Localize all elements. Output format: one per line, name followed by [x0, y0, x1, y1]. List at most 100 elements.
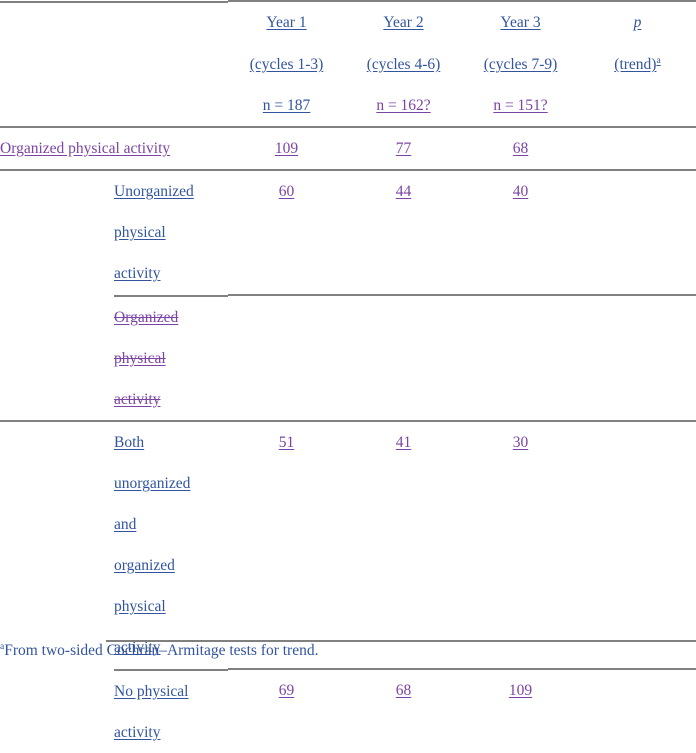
table-header-row-cycles: (cycles 1-3) (cycles 4-6) (cycles 7-9) (…	[0, 44, 696, 85]
row-label-line: organized	[114, 557, 175, 574]
row-label-line: activity	[114, 265, 161, 282]
row-continuation-spacer	[345, 712, 462, 753]
row-value-year2: 68	[345, 668, 462, 712]
row-label-line: Both	[114, 434, 145, 451]
row-label-unorganized-physical-activity: Unorganized	[0, 169, 228, 212]
header-year1-title-text: Year 1	[266, 14, 307, 31]
row-continuation-spacer	[345, 586, 462, 627]
row-continuation-spacer	[462, 338, 579, 379]
header-year1-n-text: n = 187	[262, 97, 311, 114]
row-label-line: unorganized	[114, 475, 191, 492]
row-continuation-spacer	[462, 253, 579, 295]
row-value-year1: 109	[228, 126, 345, 170]
table-row: Both 51 41 30	[0, 420, 696, 463]
row-value-year1: 51	[228, 420, 345, 463]
row-value-ptrend	[579, 169, 696, 212]
header-year1-title: Year 1	[228, 0, 345, 44]
row-value-text: 41	[395, 434, 412, 451]
row-value-ptrend	[579, 294, 696, 338]
table-row-continuation: physical	[0, 212, 696, 253]
row-continuation-spacer	[579, 379, 696, 421]
header-year3-title-text: Year 3	[500, 14, 541, 31]
row-label-organized-physical-activity-struck: Organized	[0, 295, 228, 338]
row-continuation-spacer	[345, 212, 462, 253]
row-value-year3: 109	[462, 668, 579, 712]
header-year3-n: n = 151?	[462, 85, 579, 127]
row-value-text: 69	[278, 682, 295, 699]
row-continuation-spacer	[228, 212, 345, 253]
table-row: No physical 69 68 109	[0, 668, 696, 712]
row-label-line: No physical	[114, 683, 189, 700]
header-year3-cycles: (cycles 7-9)	[462, 44, 579, 85]
row-continuation-spacer	[228, 253, 345, 295]
table-row-continuation: physical	[0, 338, 696, 379]
row-label-no-physical-activity: No physical	[0, 669, 228, 712]
row-value-year2: 77	[345, 126, 462, 170]
row-value-ptrend	[579, 668, 696, 712]
row-continuation-spacer	[345, 545, 462, 586]
row-label-organized-physical-activity: Organized physical activity	[0, 126, 228, 170]
row-label-both-unorganized-and-organized: Both	[0, 420, 228, 463]
row-value-text: 51	[278, 434, 295, 451]
header-ptrend-title: p	[579, 0, 696, 44]
header-year2-n-text: n = 162?	[376, 97, 431, 114]
row-value-year3	[462, 294, 579, 338]
table-row-continuation: activity	[0, 712, 696, 753]
table-row-continuation: unorganized	[0, 463, 696, 504]
header-ptrend-sub-text: (trend)	[614, 56, 657, 73]
row-continuation-spacer	[462, 463, 579, 504]
row-label-continuation: physical	[0, 338, 228, 379]
row-continuation-spacer	[228, 463, 345, 504]
header-ptrend-sub: (trend)a	[579, 44, 696, 85]
row-value-ptrend	[579, 420, 696, 463]
footnote-text: From two-sided Cochran–Armitage tests fo…	[4, 642, 319, 659]
table-header-row-titles: Year 1 Year 2 Year 3 p	[0, 0, 696, 44]
header-year1-cycles: (cycles 1-3)	[228, 44, 345, 85]
row-label-line: activity	[114, 391, 161, 408]
header-year2-title: Year 2	[345, 0, 462, 44]
header-year2-cycles: (cycles 4-6)	[345, 44, 462, 85]
header-year1-cycles-text: (cycles 1-3)	[249, 56, 324, 73]
row-label-line: physical	[114, 224, 166, 241]
row-value-text: 44	[395, 183, 412, 200]
row-continuation-spacer	[462, 545, 579, 586]
row-value-year1	[228, 294, 345, 338]
row-label-line: physical	[114, 350, 166, 367]
row-continuation-spacer	[462, 379, 579, 421]
row-value-text: 60	[278, 183, 295, 200]
row-label-continuation: physical	[0, 212, 228, 253]
document-page: Year 1 Year 2 Year 3 p (cycles 1-3) (cyc…	[0, 0, 696, 741]
row-continuation-spacer	[579, 338, 696, 379]
header-year3-cycles-text: (cycles 7-9)	[483, 56, 558, 73]
row-continuation-spacer	[579, 712, 696, 753]
row-continuation-spacer	[579, 253, 696, 295]
row-continuation-spacer	[228, 504, 345, 545]
row-value-year3: 30	[462, 420, 579, 463]
row-continuation-spacer	[228, 338, 345, 379]
row-continuation-spacer	[579, 463, 696, 504]
row-continuation-spacer	[579, 545, 696, 586]
table-footnote: aFrom two-sided Cochran–Armitage tests f…	[0, 641, 696, 661]
row-value-year3: 40	[462, 169, 579, 212]
row-value-year2: 41	[345, 420, 462, 463]
table-row-continuation: physical	[0, 586, 696, 627]
header-ptrend-superscript: a	[656, 55, 661, 66]
table-row: Organized	[0, 294, 696, 338]
header-label-cell	[0, 1, 228, 44]
row-value-text: 109	[274, 140, 299, 157]
row-continuation-spacer	[228, 379, 345, 421]
header-ptrend-title-text: p	[633, 14, 642, 31]
table-row-continuation: activity	[0, 253, 696, 295]
row-label-continuation: activity	[0, 253, 228, 295]
row-continuation-spacer	[462, 212, 579, 253]
row-label-continuation: activity	[0, 712, 228, 753]
header-year2-title-text: Year 2	[383, 14, 424, 31]
row-continuation-spacer	[345, 379, 462, 421]
row-continuation-spacer	[579, 586, 696, 627]
header-year2-n: n = 162?	[345, 85, 462, 127]
header-year3-title: Year 3	[462, 0, 579, 44]
row-label-line: Organized	[114, 309, 179, 326]
header-label-cell-2	[0, 44, 228, 85]
row-continuation-spacer	[579, 212, 696, 253]
table-row-continuation: organized	[0, 545, 696, 586]
